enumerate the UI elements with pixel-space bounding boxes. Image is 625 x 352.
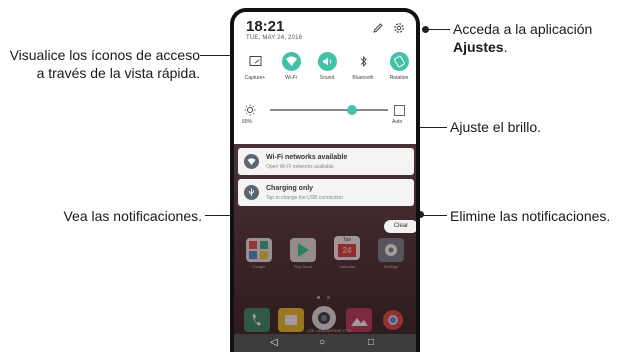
quick-settings-panel: 18:21 TUE, MAY 24, 2016 Capture+ Wi-Fi S… (234, 12, 416, 144)
usb-icon (244, 185, 259, 200)
dock-caption: LGE LANG&HOME LT13 (306, 328, 352, 333)
clear-button[interactable]: Clear (384, 220, 416, 233)
edit-icon[interactable] (371, 21, 385, 35)
page-indicator-dot (327, 296, 330, 299)
qs-label: Bluetooth (352, 75, 374, 81)
google-folder-icon[interactable] (246, 238, 272, 262)
calendar-day: Tue (342, 237, 352, 243)
notification-title: Charging only (266, 185, 314, 192)
qs-label: Capture+ (244, 75, 266, 81)
notification-title: Wi-Fi networks available (266, 154, 348, 161)
auto-brightness-checkbox[interactable] (394, 105, 405, 116)
chrome-app-icon[interactable] (380, 308, 406, 332)
notification-subtitle: Tap to change the USB connection (266, 195, 343, 201)
navigation-bar: ◁ ○ □ (234, 334, 416, 352)
qs-sound[interactable]: Sound (312, 52, 342, 81)
app-label: Google (252, 264, 266, 269)
settings-callout-suffix: . (503, 39, 508, 55)
phone-screen: 18:21 TUE, MAY 24, 2016 Capture+ Wi-Fi S… (234, 12, 416, 352)
sound-icon (317, 52, 337, 71)
qs-rotation[interactable]: Rotation (384, 52, 414, 81)
qs-label: Wi-Fi (285, 75, 297, 81)
calendar-date: 24 (338, 244, 356, 257)
settings-app-icon[interactable] (378, 238, 404, 262)
play-store-icon[interactable] (290, 238, 316, 262)
brightness-slider-thumb[interactable] (347, 105, 357, 115)
notifications-callout: Vea las notificaciones. (63, 208, 202, 224)
calendar-icon[interactable]: Tue 24 (334, 236, 360, 260)
wifi-icon (244, 154, 259, 169)
home-icon[interactable]: ○ (319, 336, 325, 350)
quick-access-leader (200, 55, 234, 56)
rotation-icon (389, 52, 409, 71)
brightness-icon (244, 104, 256, 116)
qs-capture[interactable]: Capture+ (240, 52, 270, 81)
quick-settings-row: Capture+ Wi-Fi Sound Bluetooth Rotation (240, 52, 412, 82)
app-label: Settings (383, 264, 399, 269)
date: TUE, MAY 24, 2016 (246, 35, 303, 41)
clear-callout: Elimine las notificaciones. (450, 208, 611, 224)
wifi-icon (281, 52, 301, 71)
brightness-slider-track[interactable] (270, 109, 388, 111)
app-label: Play Store (293, 264, 313, 269)
settings-callout-bold: Ajustes (453, 39, 504, 55)
phone-app-icon[interactable] (244, 308, 270, 332)
auto-brightness-label: Auto (392, 119, 403, 125)
notification-subtitle: Open Wi-Fi networks available (266, 164, 334, 170)
settings-callout-prefix: Acceda a la aplicación (453, 21, 593, 37)
brightness-control: 65% Auto (242, 104, 408, 134)
notification-charging[interactable]: Charging only Tap to change the USB conn… (238, 179, 414, 206)
recents-icon[interactable]: □ (368, 336, 374, 350)
brightness-callout: Ajuste el brillo. (450, 119, 542, 135)
page-indicator-dot (317, 296, 320, 299)
quick-access-callout: Visualice los íconos de acceso a través … (9, 47, 200, 81)
qs-label: Sound (319, 75, 335, 81)
clear-leader (420, 215, 447, 216)
back-icon[interactable]: ◁ (270, 336, 278, 350)
qs-label: Rotation (389, 75, 409, 81)
clock: 18:21 (246, 18, 285, 35)
camera-app-icon[interactable] (312, 306, 336, 330)
qs-bluetooth[interactable]: Bluetooth (348, 52, 378, 81)
capture-icon (246, 52, 265, 71)
phone-frame: 18:21 TUE, MAY 24, 2016 Capture+ Wi-Fi S… (230, 8, 420, 352)
brightness-percent: 65% (242, 119, 253, 125)
notification-wifi[interactable]: Wi-Fi networks available Open Wi-Fi netw… (238, 148, 414, 175)
settings-leader (428, 29, 450, 30)
settings-callout: Acceda a la aplicación Ajustes. (453, 20, 623, 56)
settings-gear-icon[interactable] (392, 21, 406, 35)
app-label: Calendar (338, 264, 356, 269)
qs-wifi[interactable]: Wi-Fi (276, 52, 306, 81)
bluetooth-icon (354, 52, 373, 71)
